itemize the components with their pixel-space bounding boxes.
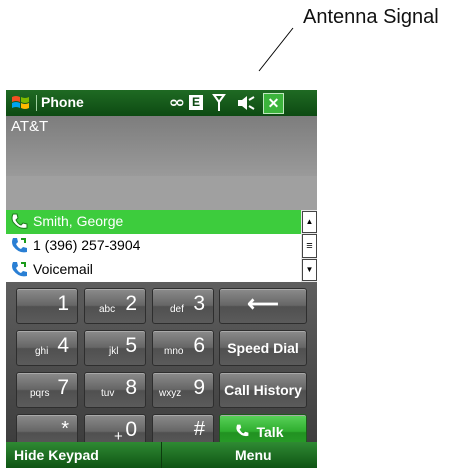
key-9[interactable]: wxyz 9 <box>152 372 214 408</box>
key-1[interactable]: 1 <box>16 288 78 324</box>
title-separator <box>36 95 37 111</box>
list-item[interactable]: Smith, George <box>6 210 301 234</box>
scroll-thumb[interactable]: ≡ <box>302 234 317 258</box>
key-digit: 9 <box>193 376 205 399</box>
key-digit: 8 <box>125 376 137 399</box>
key-2[interactable]: abc 2 <box>84 288 146 324</box>
key-symbol: # <box>193 418 205 440</box>
softkey-divider <box>161 442 162 468</box>
key-letters: def <box>170 304 184 315</box>
key-digit: 5 <box>125 334 137 357</box>
scroll-down-arrow-icon[interactable]: ▼ <box>302 259 317 281</box>
dial-display-area <box>6 176 317 210</box>
backspace-arrow-icon: ⟵ <box>247 291 279 316</box>
call-history-label: Call History <box>224 382 302 398</box>
contact-list: Smith, George 1 (396) 257-3904 Voicemail… <box>6 210 317 282</box>
voicemail-icon[interactable]: ᴑᴑ <box>170 95 184 115</box>
speed-dial-label: Speed Dial <box>227 340 299 356</box>
carrier-name: AT&T <box>11 118 49 135</box>
key-3[interactable]: def 3 <box>152 288 214 324</box>
key-5[interactable]: jkl 5 <box>84 330 146 366</box>
key-8[interactable]: tuv 8 <box>84 372 146 408</box>
speed-dial-button[interactable]: Speed Dial <box>219 330 307 366</box>
phone-screen: Phone ᴑᴑ E ✕ AT&T Smith, George 1 (396) … <box>6 90 317 468</box>
key-digit: 7 <box>57 376 69 399</box>
hide-keypad-softkey[interactable]: Hide Keypad <box>14 447 99 463</box>
key-digit: 3 <box>193 292 205 315</box>
key-7[interactable]: pqrs 7 <box>16 372 78 408</box>
scroll-up-arrow-icon[interactable]: ▲ <box>302 211 317 233</box>
key-digit: 2 <box>125 292 137 315</box>
softkey-bar: Hide Keypad Menu <box>6 442 317 468</box>
antenna-signal-icon[interactable] <box>212 93 226 113</box>
speaker-icon[interactable] <box>236 93 256 113</box>
phone-handset-icon <box>9 260 29 280</box>
key-digit: 0 <box>125 418 137 441</box>
key-letters: tuv <box>101 388 115 399</box>
talk-label: Talk <box>256 424 284 440</box>
windows-start-icon[interactable] <box>10 93 32 113</box>
key-letters: abc <box>99 304 116 315</box>
phone-handset-icon <box>9 236 29 256</box>
key-digit: 4 <box>57 334 69 357</box>
key-6[interactable]: mno 6 <box>152 330 214 366</box>
key-digit: 6 <box>193 334 205 357</box>
key-letters: jkl <box>109 346 119 357</box>
antenna-signal-callout-label: Antenna Signal <box>303 6 439 28</box>
key-4[interactable]: ghi 4 <box>16 330 78 366</box>
carrier-panel: AT&T <box>6 116 317 176</box>
phone-handset-icon <box>9 212 29 232</box>
list-item-label: 1 (396) 257-3904 <box>33 237 141 253</box>
list-item-label: Voicemail <box>33 261 93 277</box>
list-item-label: Smith, George <box>33 213 124 229</box>
key-letters: mno <box>164 346 184 357</box>
key-symbol: * <box>61 418 69 440</box>
backspace-button[interactable]: ⟵ <box>219 288 307 324</box>
list-item[interactable]: Voicemail <box>6 258 301 282</box>
list-item[interactable]: 1 (396) 257-3904 <box>6 234 301 258</box>
call-history-button[interactable]: Call History <box>219 372 307 408</box>
key-letters: wxyz <box>159 388 182 399</box>
key-letters: pqrs <box>30 388 50 399</box>
list-scrollbar[interactable]: ▲ ≡ ▼ <box>301 210 317 282</box>
edge-data-icon[interactable]: E <box>189 95 203 110</box>
key-letters: ghi <box>35 346 49 357</box>
dial-keypad: 1 abc 2 def 3 ⟵ ghi 4 jkl 5 mno 6 Speed … <box>6 282 317 450</box>
menu-softkey[interactable]: Menu <box>235 447 272 463</box>
status-bar: Phone ᴑᴑ E ✕ <box>6 90 317 116</box>
key-digit: 1 <box>57 292 69 315</box>
app-title: Phone <box>41 94 84 110</box>
close-icon[interactable]: ✕ <box>263 93 284 114</box>
